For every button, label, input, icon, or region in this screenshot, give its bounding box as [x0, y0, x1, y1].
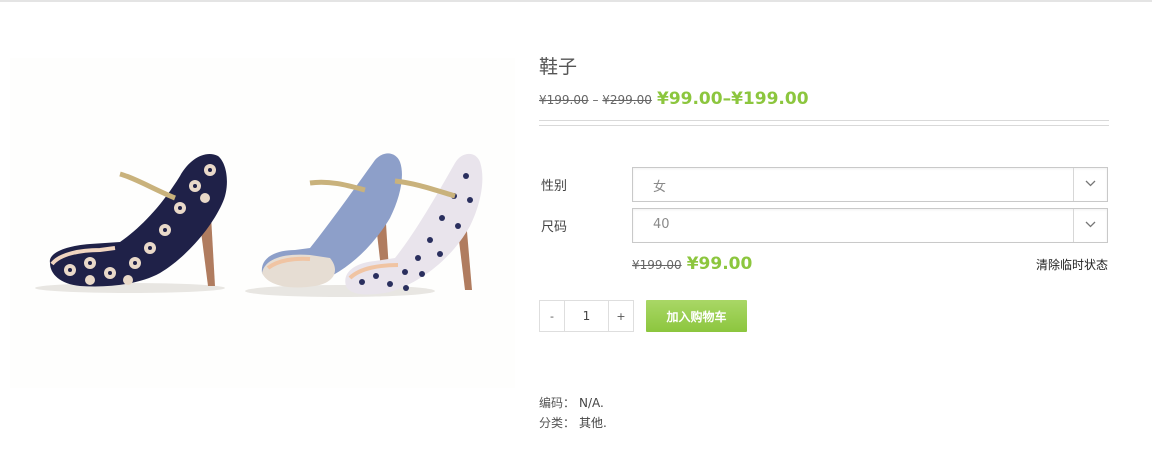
new-price-max: ¥199.00 [731, 89, 809, 109]
size-select-value: 40 [653, 217, 670, 232]
variation-new-price: ¥99.00 [686, 254, 753, 274]
quantity-decrease-button[interactable]: - [539, 300, 565, 332]
gender-label: 性别 [541, 179, 568, 194]
product-summary: 鞋子 ¥199.00 – ¥299.00 ¥99.00–¥199.00 [539, 52, 1109, 112]
product-title: 鞋子 [539, 56, 578, 78]
new-price-min: ¥99.00 [656, 89, 723, 109]
divider [539, 120, 1109, 121]
reset-variations-link[interactable]: 清除临时状态 [1036, 256, 1108, 273]
new-price-separator: – [722, 89, 732, 109]
old-price-min: ¥199.00 [539, 93, 589, 107]
size-select[interactable]: 40 [632, 208, 1108, 243]
old-price-max: ¥299.00 [602, 93, 652, 107]
variation-price: ¥199.00 ¥99.00 [632, 254, 752, 274]
sku-label: 编码： [539, 396, 576, 410]
variation-old-price: ¥199.00 [632, 258, 682, 272]
top-border [0, 0, 1152, 2]
gender-select-toggle[interactable] [1073, 168, 1107, 201]
product-sku: 编码： N/A. [539, 394, 604, 411]
gender-select[interactable]: 女 [632, 167, 1108, 202]
product-image[interactable] [10, 58, 515, 388]
price-range: ¥199.00 – ¥299.00 ¥99.00–¥199.00 [539, 86, 1109, 112]
sku-value: N/A. [579, 396, 604, 410]
chevron-down-icon [1085, 221, 1096, 228]
chevron-down-icon [1085, 180, 1096, 187]
size-select-toggle[interactable] [1073, 209, 1107, 242]
quantity-input[interactable] [565, 300, 608, 332]
size-label: 尺码 [541, 220, 568, 235]
quantity-increase-button[interactable]: + [608, 300, 634, 332]
gender-select-value: 女 [653, 180, 667, 195]
shoes-illustration [35, 153, 483, 297]
product-category: 分类： 其他. [539, 414, 607, 431]
category-value[interactable]: 其他. [579, 416, 607, 430]
divider [539, 125, 1109, 126]
old-price-separator: – [588, 93, 603, 107]
add-to-cart-button[interactable]: 加入购物车 [646, 300, 747, 332]
category-label: 分类： [539, 416, 576, 430]
